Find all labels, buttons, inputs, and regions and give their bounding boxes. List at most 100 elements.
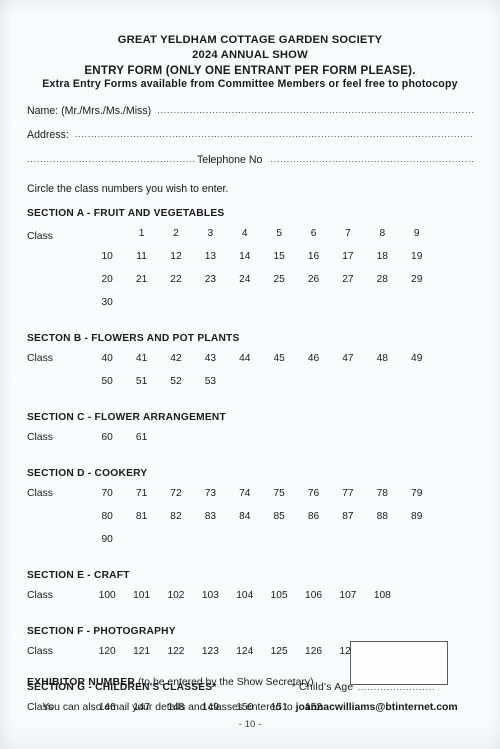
class-number[interactable]: 52 xyxy=(159,376,193,387)
class-number[interactable]: 4 xyxy=(228,228,262,239)
name-input[interactable]: ........................................… xyxy=(157,105,474,116)
class-number[interactable]: 123 xyxy=(193,646,227,657)
class-number[interactable]: 22 xyxy=(159,274,193,285)
class-number[interactable]: 83 xyxy=(193,511,227,522)
class-number[interactable]: 41 xyxy=(124,353,158,364)
class-number[interactable]: 50 xyxy=(90,376,124,387)
class-number[interactable]: 13 xyxy=(193,251,227,262)
section-a-heading: SECTION A - FRUIT AND VEGETABLES xyxy=(27,207,225,219)
class-number[interactable]: 121 xyxy=(124,646,158,657)
class-number[interactable]: 108 xyxy=(365,590,399,601)
class-number[interactable]: 84 xyxy=(228,511,262,522)
class-number[interactable]: 14 xyxy=(228,251,262,262)
class-number[interactable]: 23 xyxy=(193,274,227,285)
class-number[interactable]: 103 xyxy=(193,590,227,601)
class-number[interactable]: 101 xyxy=(124,590,158,601)
class-number[interactable]: 126 xyxy=(296,646,330,657)
class-number[interactable]: 18 xyxy=(365,251,399,262)
class-number[interactable]: 107 xyxy=(331,590,365,601)
address-input[interactable]: ........................................… xyxy=(75,129,474,140)
class-number-cells: 20 21 22 23 24 25 26 27 28 29 xyxy=(90,274,434,285)
class-number[interactable]: 40 xyxy=(90,353,124,364)
class-row: Class 100 101 102 103 104 105 106 107 10… xyxy=(27,590,473,613)
class-number[interactable]: 87 xyxy=(331,511,365,522)
class-number[interactable]: 80 xyxy=(90,511,124,522)
entry-form-page: GREAT YELDHAM COTTAGE GARDEN SOCIETY 202… xyxy=(0,0,500,749)
class-number[interactable]: 125 xyxy=(262,646,296,657)
contact-email[interactable]: joannacwilliams@btinternet.com xyxy=(296,702,458,713)
class-number[interactable]: 9 xyxy=(400,228,434,239)
class-number[interactable]: 120 xyxy=(90,646,124,657)
class-number[interactable]: 122 xyxy=(159,646,193,657)
class-number[interactable]: 90 xyxy=(90,534,124,545)
class-number[interactable]: 78 xyxy=(365,488,399,499)
class-number-cells: 80 81 82 83 84 85 86 87 88 89 xyxy=(90,511,434,522)
class-number[interactable]: 71 xyxy=(124,488,158,499)
class-number[interactable]: 2 xyxy=(159,228,193,239)
class-number[interactable]: 74 xyxy=(228,488,262,499)
address-line2-input[interactable]: ........................................… xyxy=(27,154,195,165)
class-number[interactable]: 6 xyxy=(296,228,330,239)
class-number[interactable]: 25 xyxy=(262,274,296,285)
class-number[interactable]: 77 xyxy=(331,488,365,499)
exhibitor-number-box[interactable] xyxy=(350,641,448,685)
class-number[interactable]: 82 xyxy=(159,511,193,522)
class-number[interactable]: 51 xyxy=(124,376,158,387)
class-number[interactable]: 10 xyxy=(90,251,124,262)
class-number[interactable]: 45 xyxy=(262,353,296,364)
class-row: 80 81 82 83 84 85 86 87 88 89 xyxy=(27,511,473,534)
class-number[interactable]: 102 xyxy=(159,590,193,601)
class-number[interactable]: 70 xyxy=(90,488,124,499)
class-number[interactable]: 49 xyxy=(400,353,434,364)
telephone-input[interactable]: ........................................… xyxy=(270,154,474,165)
class-number[interactable]: 47 xyxy=(331,353,365,364)
class-number[interactable]: 88 xyxy=(365,511,399,522)
class-number[interactable]: 48 xyxy=(365,353,399,364)
class-number[interactable]: 1 xyxy=(124,228,158,239)
class-number-cells: 90 xyxy=(90,534,124,545)
class-number[interactable]: 76 xyxy=(296,488,330,499)
class-number[interactable]: 12 xyxy=(159,251,193,262)
class-number[interactable]: 27 xyxy=(331,274,365,285)
class-number[interactable]: 89 xyxy=(400,511,434,522)
class-number[interactable]: 86 xyxy=(296,511,330,522)
exhibitor-number-line: EXHIBITOR NUMBER (to be entered by the S… xyxy=(27,677,314,688)
class-number[interactable]: 5 xyxy=(262,228,296,239)
class-number[interactable]: 79 xyxy=(400,488,434,499)
class-label: Class xyxy=(27,645,53,657)
class-number[interactable]: 46 xyxy=(296,353,330,364)
class-number[interactable]: 60 xyxy=(90,432,124,443)
class-number[interactable]: 53 xyxy=(193,376,227,387)
class-number[interactable]: 20 xyxy=(90,274,124,285)
class-number[interactable]: 73 xyxy=(193,488,227,499)
class-number[interactable]: 105 xyxy=(262,590,296,601)
class-number[interactable]: 106 xyxy=(296,590,330,601)
class-number[interactable]: 16 xyxy=(296,251,330,262)
class-number[interactable]: 44 xyxy=(228,353,262,364)
class-number[interactable]: 42 xyxy=(159,353,193,364)
class-number[interactable]: 21 xyxy=(124,274,158,285)
class-row: 50 51 52 53 xyxy=(27,376,473,399)
class-number[interactable]: 28 xyxy=(365,274,399,285)
class-number[interactable]: 100 xyxy=(90,590,124,601)
section-d: SECTION D - COOKERY Class 70 71 72 73 74… xyxy=(0,468,500,557)
class-number[interactable]: 61 xyxy=(124,432,158,443)
class-number[interactable]: 11 xyxy=(124,251,158,262)
class-number[interactable]: 26 xyxy=(296,274,330,285)
class-number[interactable]: 8 xyxy=(365,228,399,239)
class-number[interactable]: 124 xyxy=(228,646,262,657)
class-number[interactable]: 17 xyxy=(331,251,365,262)
class-number[interactable]: 85 xyxy=(262,511,296,522)
class-number[interactable]: 75 xyxy=(262,488,296,499)
class-number[interactable]: 43 xyxy=(193,353,227,364)
class-number[interactable]: 104 xyxy=(228,590,262,601)
class-number[interactable]: 24 xyxy=(228,274,262,285)
class-number[interactable]: 72 xyxy=(159,488,193,499)
class-number[interactable]: 29 xyxy=(400,274,434,285)
class-number[interactable]: 3 xyxy=(193,228,227,239)
class-number[interactable]: 81 xyxy=(124,511,158,522)
class-number[interactable]: 15 xyxy=(262,251,296,262)
class-number[interactable]: 19 xyxy=(400,251,434,262)
class-number[interactable]: 7 xyxy=(331,228,365,239)
class-number[interactable]: 30 xyxy=(90,297,124,308)
